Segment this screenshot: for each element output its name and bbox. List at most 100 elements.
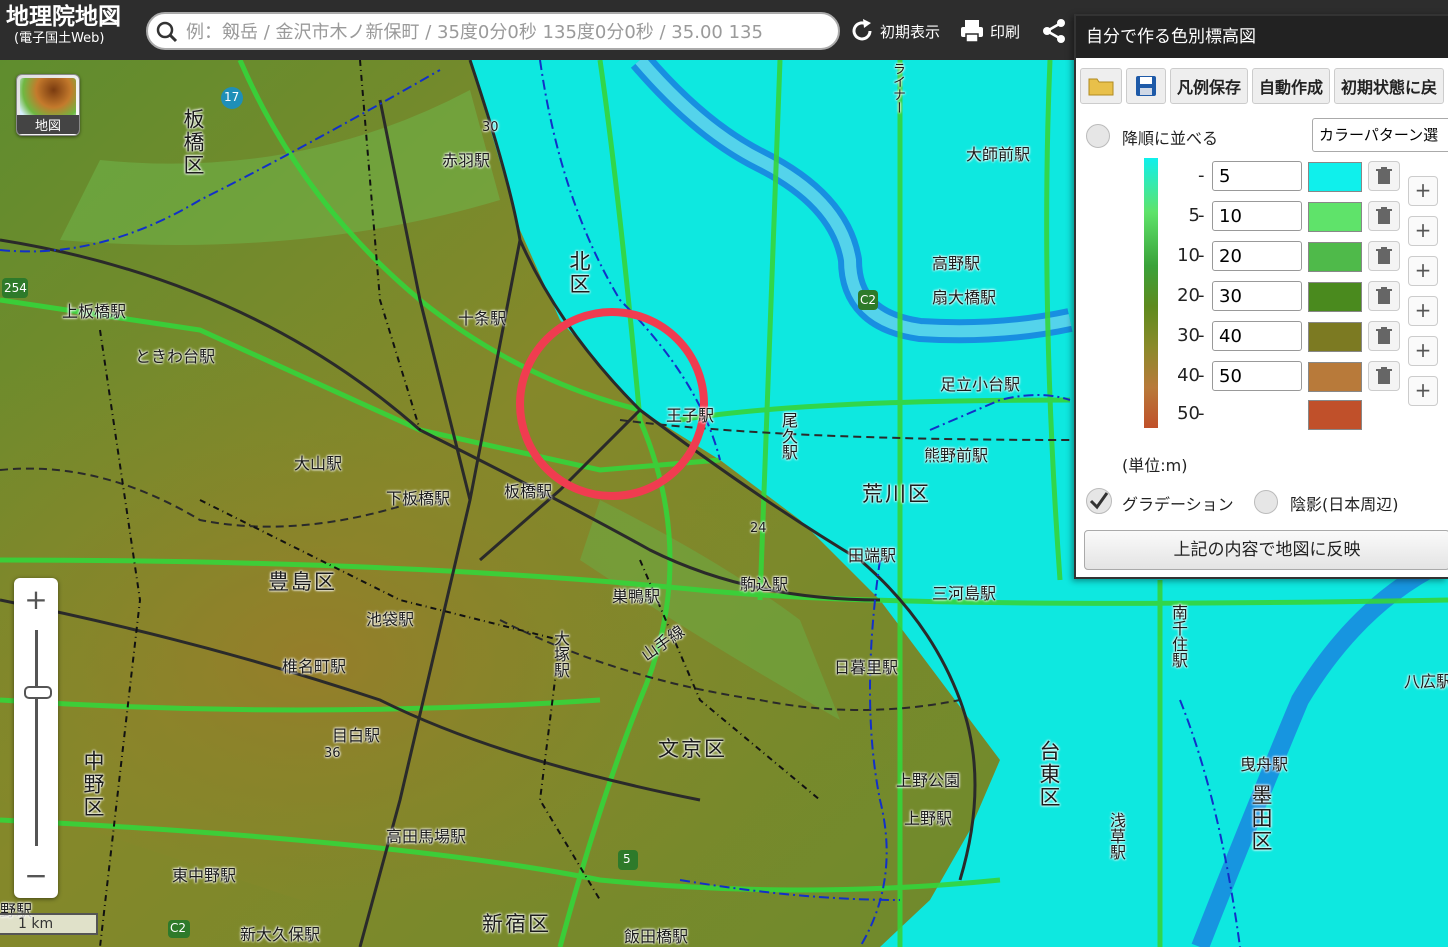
station-label: 高野駅 <box>932 254 981 273</box>
station-label: 東中野駅 <box>172 866 237 885</box>
apply-to-map-button[interactable]: 上記の内容で地図に反映 <box>1084 530 1448 570</box>
search-box[interactable] <box>146 12 840 50</box>
station-label: 椎名町駅 <box>282 657 347 676</box>
row-color-swatch[interactable] <box>1308 242 1362 272</box>
search-icon <box>156 21 178 43</box>
ward-label: 中野区 <box>81 750 105 819</box>
save-button[interactable] <box>1126 68 1166 104</box>
row-color-swatch[interactable] <box>1308 400 1362 430</box>
elevation-point: 30 <box>482 120 499 135</box>
reset-view-label: 初期表示 <box>880 22 941 41</box>
row-value-input[interactable] <box>1212 201 1302 231</box>
elevation-point: 24 <box>750 521 767 536</box>
sort-desc-checkbox[interactable] <box>1086 124 1110 148</box>
row-value-input[interactable] <box>1212 361 1302 391</box>
legend-row: 50 - <box>1076 398 1448 434</box>
elevation-point: 36 <box>324 746 341 761</box>
color-pattern-select[interactable]: カラーパターン選 <box>1312 118 1448 152</box>
row-from: 40 <box>1177 365 1200 386</box>
open-button[interactable] <box>1080 68 1122 104</box>
ward-label: 荒川区 <box>862 482 931 506</box>
base-map-label: 地図 <box>17 115 79 134</box>
print-button[interactable]: 印刷 <box>958 14 1020 48</box>
search-input[interactable] <box>184 16 838 48</box>
base-map-selector[interactable]: 地図 <box>16 74 80 136</box>
row-color-swatch[interactable] <box>1308 162 1362 192</box>
legend-row: 30 - + <box>1076 320 1448 366</box>
station-label: 王子駅 <box>666 406 715 425</box>
row-color-swatch[interactable] <box>1308 202 1362 232</box>
share-button[interactable] <box>1040 14 1068 48</box>
station-label: 曳舟駅 <box>1240 755 1289 774</box>
checkmark-icon <box>1089 492 1109 510</box>
shade-checkbox[interactable] <box>1254 490 1278 514</box>
row-delete-button[interactable] <box>1368 361 1400 391</box>
station-label: 大山駅 <box>294 454 343 473</box>
station-label: 浅草駅 <box>1107 812 1126 860</box>
legend-row: 20 - + <box>1076 280 1448 326</box>
reset-initial-button[interactable]: 初期状態に戻 <box>1334 68 1445 104</box>
trash-icon <box>1376 167 1392 184</box>
gradation-checkbox[interactable] <box>1086 488 1112 514</box>
trash-icon <box>1376 327 1392 344</box>
station-label: 駒込駅 <box>740 575 789 594</box>
app-logo[interactable]: 地理院地図 (電子国土Web) <box>6 6 121 46</box>
legend-row: 10 - + <box>1076 240 1448 286</box>
station-label: 大塚駅 <box>551 630 570 678</box>
route-shield-17: 17 <box>224 90 240 104</box>
station-label: 巣鴨駅 <box>612 587 661 606</box>
ward-label: 台東区 <box>1037 740 1061 809</box>
route-shield-254: 254 <box>4 281 27 295</box>
save-legend-button[interactable]: 凡例保存 <box>1170 68 1249 104</box>
unit-label: (単位:m) <box>1122 456 1188 475</box>
row-color-swatch[interactable] <box>1308 322 1362 352</box>
station-label: 目白駅 <box>332 726 381 745</box>
station-label: 八広駅 <box>1404 672 1448 691</box>
station-label: 池袋駅 <box>366 610 415 629</box>
share-icon <box>1043 19 1065 43</box>
row-color-swatch[interactable] <box>1308 362 1362 392</box>
route-shield-c2: C2 <box>860 293 877 307</box>
row-dash: - <box>1198 245 1205 266</box>
trash-icon <box>1376 207 1392 224</box>
reset-view-button[interactable]: 初期表示 <box>848 14 940 48</box>
zoom-out-button[interactable]: − <box>14 856 58 896</box>
row-value-input[interactable] <box>1212 161 1302 191</box>
trash-icon <box>1376 247 1392 264</box>
map-thumbnail-icon <box>20 78 76 118</box>
row-value-input[interactable] <box>1212 321 1302 351</box>
row-delete-button[interactable] <box>1368 241 1400 271</box>
row-delete-button[interactable] <box>1368 161 1400 191</box>
row-dash: - <box>1198 325 1205 346</box>
station-label: 尾久駅 <box>779 412 798 460</box>
route-shield-5: 5 <box>623 852 631 866</box>
station-label: 上野公園 <box>896 771 961 790</box>
station-label: 田端駅 <box>848 546 897 565</box>
auto-create-button[interactable]: 自動作成 <box>1252 68 1331 104</box>
row-from: 10 <box>1177 245 1200 266</box>
row-from: 50 <box>1177 403 1200 424</box>
panel-toolbar: 凡例保存 自動作成 初期状態に戻 <box>1076 68 1445 106</box>
scale-bar: 1 km <box>0 913 98 935</box>
row-delete-button[interactable] <box>1368 321 1400 351</box>
floppy-disk-icon <box>1136 76 1156 96</box>
shade-label: 陰影(日本周辺) <box>1290 495 1399 514</box>
station-label: 足立小台駅 <box>940 375 1021 394</box>
legend-row: 5 - + <box>1076 200 1448 246</box>
station-label: 板橋駅 <box>504 482 553 501</box>
row-color-swatch[interactable] <box>1308 282 1362 312</box>
row-delete-button[interactable] <box>1368 281 1400 311</box>
row-delete-button[interactable] <box>1368 201 1400 231</box>
zoom-slider-handle[interactable] <box>24 686 52 699</box>
station-label: 上野駅 <box>904 809 953 828</box>
row-dash: - <box>1198 403 1205 424</box>
station-label: ときわ台駅 <box>135 347 216 366</box>
ward-label: 板橋区 <box>181 108 205 177</box>
printer-icon <box>961 20 983 43</box>
row-value-input[interactable] <box>1212 241 1302 271</box>
zoom-in-button[interactable]: + <box>14 580 58 620</box>
trash-icon <box>1376 367 1392 384</box>
zoom-slider-track[interactable] <box>35 630 38 846</box>
row-value-input[interactable] <box>1212 281 1302 311</box>
station-label: 高田馬場駅 <box>386 827 467 846</box>
